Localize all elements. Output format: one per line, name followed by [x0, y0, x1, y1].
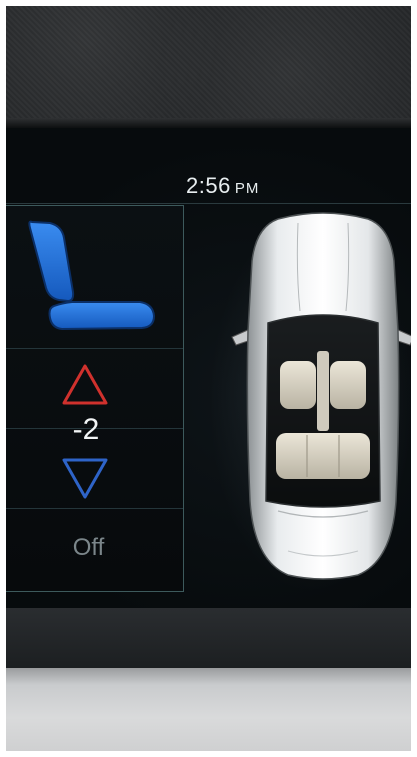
dashboard-trim	[6, 668, 411, 751]
clock: 2:56 PM	[186, 173, 259, 199]
off-label: Off	[72, 534, 105, 561]
dashboard-bottom	[6, 608, 411, 668]
seat-level-value: -2	[72, 413, 100, 446]
car-top-view	[231, 212, 411, 580]
seat-icon	[28, 220, 156, 331]
triangle-down-icon	[62, 458, 108, 499]
clock-ampm: PM	[234, 180, 260, 197]
clock-time: 2:56	[186, 173, 231, 198]
seat-control-panel: -2 Off	[6, 205, 184, 592]
seat-select-button[interactable]	[6, 206, 183, 349]
off-button[interactable]: Off	[6, 508, 183, 591]
triangle-up-icon	[62, 364, 108, 405]
dashboard-lip	[6, 118, 411, 128]
dashboard-top	[6, 6, 411, 118]
photo-frame: 2:56 PM -2 Off	[6, 6, 411, 751]
infotainment-screen: 2:56 PM -2 Off	[6, 128, 411, 608]
